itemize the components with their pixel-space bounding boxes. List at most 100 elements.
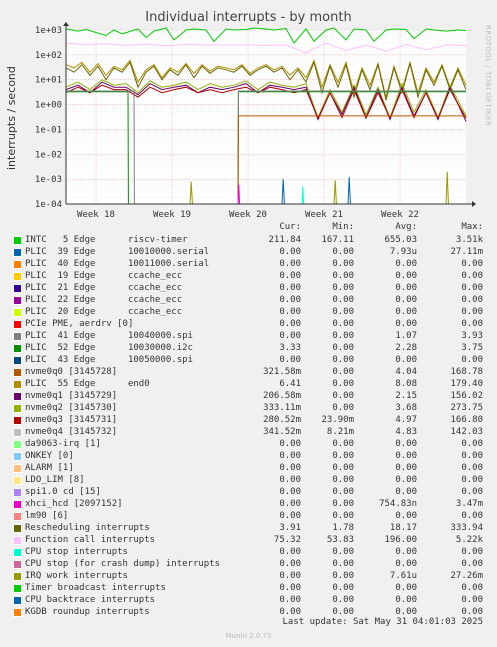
legend-max-value: 179.40 [450,379,483,389]
legend-max-value: 3.51k [455,235,483,245]
legend-series-name: lm90 [6] [25,511,69,521]
legend-series-name: PLIC 55 Edge end0 [25,379,150,389]
y-tick-label: 1e+02 [35,51,62,61]
legend-row: Rescheduling interrupts 3.91 1.78 18.17 333.… [0,522,497,534]
legend-cur-value: 0.00 [279,595,301,605]
legend-cur-value: 0.00 [279,247,301,257]
legend: INTC 5 Edge riscv-timer 211.84 167.11 655.0… [0,234,497,618]
legend-min-value: 0.00 [332,571,354,581]
legend-row: CPU backtrace interrupts 0.00 0.00 0.00 0.00 [0,594,497,606]
legend-swatch [13,308,22,317]
legend-max-value: 5.22k [455,535,483,545]
legend-cur-value: 211.84 [268,235,301,245]
legend-max-value: 0.00 [461,511,483,521]
legend-cur-value: 0.00 [279,271,301,281]
legend-swatch [13,452,22,461]
legend-avg-value: 0.00 [395,511,417,521]
legend-cur-value: 206.58m [263,391,301,401]
legend-series-name: ONKEY [0] [25,451,74,461]
legend-cur-value: 3.33 [279,343,301,353]
legend-cur-value: 0.00 [279,259,301,269]
legend-avg-value: 0.00 [395,355,417,365]
legend-series-name: PLIC 43 Edge 10050000.spi [25,355,193,365]
legend-max-value: 0.00 [461,595,483,605]
legend-row: nvme0q3 [3145731] 280.52m 23.90m 4.97 166.80 [0,414,497,426]
legend-row: PLIC 19 Edge ccache_ecc 0.00 0.00 0.00 0.00 [0,270,497,282]
legend-min-value: 0.00 [332,595,354,605]
legend-row: PLIC 52 Edge 10030000.i2c 3.33 0.00 2.28 3.7… [0,342,497,354]
legend-cur-value: 333.11m [263,403,301,413]
legend-avg-value: 196.00 [384,535,417,545]
legend-row: CPU stop (for crash dump) interrupts 0.00… [0,558,497,570]
legend-max-value: 0.00 [461,463,483,473]
legend-max-value: 0.00 [461,559,483,569]
legend-min-value: 0.00 [332,379,354,389]
legend-row: spi1.0 cd [15] 0.00 0.00 0.00 0.00 [0,486,497,498]
y-tick-label: 1e+01 [35,76,62,86]
legend-cur-value: 0.00 [279,283,301,293]
legend-swatch [13,608,22,617]
y-tick-label: 1e+03 [35,26,62,36]
legend-avg-value: 2.15 [395,391,417,401]
legend-min-value: 1.78 [332,523,354,533]
y-tick-label: 1e-03 [35,175,62,185]
y-tick-label: 1e-02 [35,150,62,160]
legend-max-value: 273.75 [450,403,483,413]
legend-min-value: 0.00 [332,391,354,401]
legend-swatch [13,248,22,257]
legend-min-value: 0.00 [332,331,354,341]
legend-swatch [13,464,22,473]
legend-avg-value: 0.00 [395,451,417,461]
legend-row: CPU stop interrupts 0.00 0.00 0.00 0.00 [0,546,497,558]
legend-avg-value: 4.83 [395,427,417,437]
legend-series-name: nvme0q0 [3145728] [25,367,118,377]
legend-cur-value: 0.00 [279,319,301,329]
legend-row: PLIC 40 Edge 10011000.serial 0.00 0.00 0.00… [0,258,497,270]
legend-swatch [13,584,22,593]
legend-cur-value: 0.00 [279,439,301,449]
legend-max-value: 3.93 [461,331,483,341]
legend-swatch [13,560,22,569]
legend-avg-value: 18.17 [389,523,417,533]
legend-max-value: 333.94 [450,523,483,533]
legend-avg-value: 0.00 [395,559,417,569]
legend-row: PLIC 22 Edge ccache_ecc 0.00 0.00 0.00 0.00 [0,294,497,306]
y-tick-label: 1e-01 [35,125,62,135]
legend-swatch [13,416,22,425]
legend-max-value: 166.80 [450,415,483,425]
munin-version: Munin 2.0.73 [225,632,272,640]
y-tick-label: 1e-04 [35,200,62,210]
legend-cur-value: 0.00 [279,475,301,485]
legend-max-value: 142.03 [450,427,483,437]
legend-series-name: INTC 5 Edge riscv-timer [25,235,188,245]
legend-max-value: 0.00 [461,451,483,461]
legend-swatch [13,368,22,377]
legend-cur-value: 3.91 [279,523,301,533]
legend-swatch [13,476,22,485]
legend-row: PLIC 55 Edge end0 6.41 0.00 8.08 179.40 [0,378,497,390]
legend-avg-value: 3.68 [395,403,417,413]
legend-avg-value: 0.00 [395,259,417,269]
legend-swatch [13,500,22,509]
last-update: Last update: Sat May 31 04:01:03 2025 [282,617,483,627]
legend-swatch [13,512,22,521]
legend-cur-value: 280.52m [263,415,301,425]
legend-max-value: 0.00 [461,487,483,497]
legend-swatch [13,428,22,437]
legend-max-value: 156.02 [450,391,483,401]
legend-row: PLIC 43 Edge 10050000.spi 0.00 0.00 0.00 0.0… [0,354,497,366]
legend-series-name: ALARM [1] [25,463,74,473]
legend-swatch [13,572,22,581]
legend-cur-value: 75.32 [273,535,301,545]
legend-max-value: 0.00 [461,583,483,593]
legend-avg-value: 754.83n [379,499,417,509]
legend-series-name: PLIC 41 Edge 10040000.spi [25,331,193,341]
legend-avg-value: 0.00 [395,283,417,293]
legend-row: lm90 [6] 0.00 0.00 0.00 0.00 [0,510,497,522]
legend-series-name: LDO_LIM [8] [25,475,85,485]
legend-swatch [13,536,22,545]
legend-series-name: Timer broadcast interrupts [25,583,166,593]
legend-cur-value: 0.00 [279,463,301,473]
legend-max-value: 3.75 [461,343,483,353]
legend-row: nvme0q0 [3145728] 321.58m 0.00 4.04 168.78 [0,366,497,378]
